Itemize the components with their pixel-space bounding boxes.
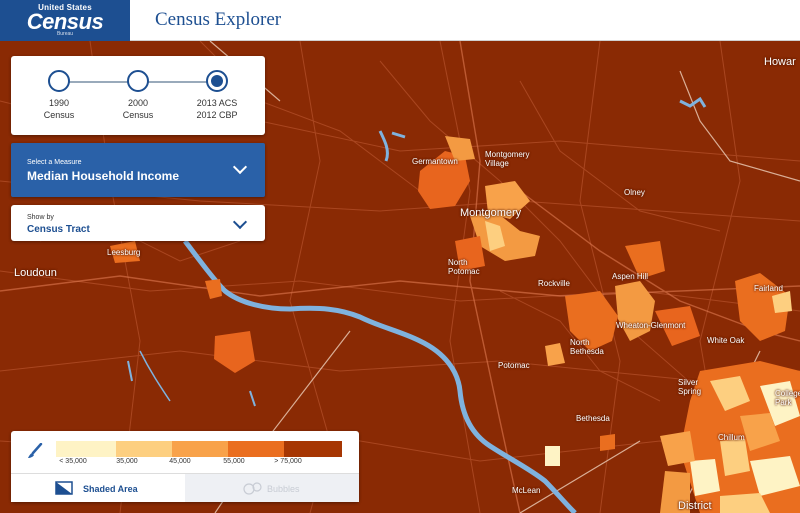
bubbles-icon xyxy=(243,482,262,495)
year-timeline: 1990 Census 2000 Census 2013 ACS 2012 CBP xyxy=(11,56,265,135)
map-legend: < 35,000 35,000 45,000 55,000 > 75,000 S… xyxy=(11,431,359,502)
reservoir xyxy=(679,96,707,108)
place-label: Howar xyxy=(764,56,796,68)
tab-bubbles[interactable]: Bubbles xyxy=(185,473,359,502)
place-label: Germantown xyxy=(412,157,458,166)
show-by-caption: Show by xyxy=(27,214,54,221)
place-label: Silver Spring xyxy=(678,378,702,396)
legend-tick: > 75,000 xyxy=(274,458,302,465)
tab-shaded-area[interactable]: Shaded Area xyxy=(11,473,185,502)
place-label: Chillum xyxy=(718,433,745,442)
legend-tick: < 35,000 xyxy=(59,458,87,465)
measure-value: Median Household Income xyxy=(27,169,180,183)
chevron-down-icon xyxy=(232,159,248,175)
place-label: District xyxy=(678,500,712,512)
place-label: Olney xyxy=(624,188,645,197)
timeline-label-2000[interactable]: 2000 Census xyxy=(108,97,168,121)
timeline-node-1990[interactable] xyxy=(48,70,70,92)
app-title: Census Explorer xyxy=(155,9,282,30)
show-by-dropdown[interactable]: Show by Census Tract xyxy=(11,205,265,241)
chevron-down-icon xyxy=(232,214,248,230)
paintbrush-icon[interactable] xyxy=(27,443,43,459)
place-label: Rockville xyxy=(538,279,571,288)
place-label: Leesburg xyxy=(107,248,141,257)
shaded-area-icon xyxy=(55,481,73,495)
timeline-label-1990[interactable]: 1990 Census xyxy=(29,97,89,121)
place-label: Potomac xyxy=(498,361,530,370)
legend-swatch xyxy=(172,441,228,457)
show-by-value: Census Tract xyxy=(27,224,90,235)
place-label: Montgomery xyxy=(460,207,522,219)
place-label: Bethesda xyxy=(576,414,610,423)
logo-line3: Bureau xyxy=(56,31,74,37)
place-label: Aspen Hill xyxy=(612,272,649,281)
timeline-node-2000[interactable] xyxy=(127,70,149,92)
tab-shaded-label: Shaded Area xyxy=(83,484,138,494)
app-header: United States Census Bureau Census Explo… xyxy=(0,0,800,41)
tab-bubbles-label: Bubbles xyxy=(267,484,300,494)
place-label: Wheaton-Glenmont xyxy=(616,321,686,330)
place-label: Montgomery Village xyxy=(485,150,530,168)
census-logo[interactable]: United States Census Bureau xyxy=(0,0,130,41)
legend-swatch xyxy=(116,441,172,457)
legend-tick: 55,000 xyxy=(223,458,245,465)
legend-swatch xyxy=(228,441,284,457)
legend-swatch xyxy=(56,441,116,457)
place-label: North Bethesda xyxy=(570,338,604,356)
place-label: Loudoun xyxy=(14,267,57,279)
measure-caption: Select a Measure xyxy=(27,159,82,166)
creek xyxy=(139,350,171,402)
lake-seneca xyxy=(378,130,406,162)
timeline-label-2013[interactable]: 2013 ACS 2012 CBP xyxy=(187,97,247,121)
measure-dropdown[interactable]: Select a Measure Median Household Income xyxy=(11,143,265,197)
timeline-node-2013[interactable] xyxy=(206,70,228,92)
place-label: McLean xyxy=(512,486,541,495)
place-label: Fairland xyxy=(754,284,783,293)
legend-tick: 35,000 xyxy=(116,458,138,465)
legend-tick: 45,000 xyxy=(169,458,191,465)
place-label: White Oak xyxy=(707,336,745,345)
place-label: North Potomac xyxy=(448,258,480,276)
place-label: College Park xyxy=(775,389,800,407)
legend-swatch xyxy=(284,441,342,457)
